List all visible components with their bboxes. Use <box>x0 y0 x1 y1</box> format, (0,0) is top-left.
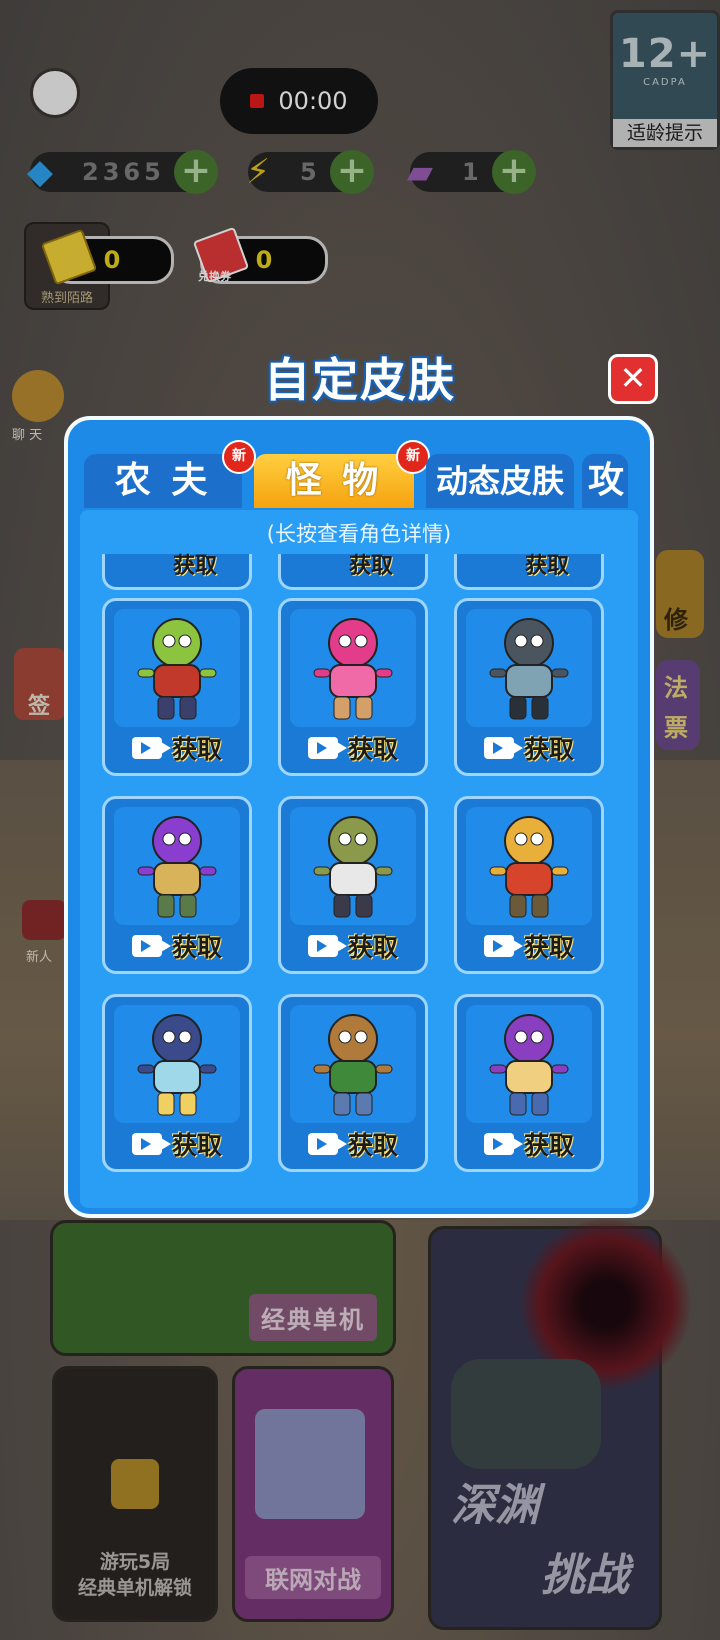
get-button[interactable]: 获取 <box>281 929 425 963</box>
tab-attack-label: 攻 <box>588 460 625 501</box>
get-button[interactable]: 获取 <box>105 1127 249 1161</box>
skin-card-wizard-zombie[interactable]: 获取 <box>102 796 252 974</box>
card-partial-1[interactable]: 获取 <box>102 554 252 590</box>
get-label: 获取 <box>347 1131 398 1160</box>
close-icon: ✕ <box>619 359 647 397</box>
skin-grid-area[interactable]: (长按查看角色详情) 获取 获取 获取 获取 获取 获取 获取 获取 获取 获取 获取 获取 <box>80 510 638 1208</box>
get-label: 获取 <box>173 554 218 579</box>
skin-card-purple-crocodile[interactable]: 获取 <box>454 994 604 1172</box>
muscle-zombie-character-icon <box>290 807 416 925</box>
video-camera-icon <box>307 737 347 759</box>
tab-bar: 农 夫 新 怪 物 新 动态皮肤 攻 <box>84 440 650 508</box>
skin-card-sack-head-zombie[interactable]: 获取 <box>278 994 428 1172</box>
tab-dynamic-skin[interactable]: 动态皮肤 <box>426 454 574 508</box>
get-button[interactable]: 获取 <box>105 731 249 765</box>
get-label: 获取 <box>523 735 574 764</box>
get-label: 获取 <box>171 933 222 962</box>
get-button[interactable]: 获取 <box>457 929 601 963</box>
qing-jiangshi-character-icon <box>114 1005 240 1123</box>
wizard-zombie-character-icon <box>114 807 240 925</box>
skin-card-cheetah-zombie[interactable]: 获取 <box>454 796 604 974</box>
purple-crocodile-character-icon <box>466 1005 592 1123</box>
video-camera-icon <box>131 1133 171 1155</box>
get-label: 获取 <box>523 1131 574 1160</box>
tab-farmer[interactable]: 农 夫 <box>84 454 242 508</box>
video-camera-icon <box>483 1133 523 1155</box>
skin-card-muscle-zombie[interactable]: 获取 <box>278 796 428 974</box>
card-partial-2[interactable]: 获取 <box>278 554 428 590</box>
tab-monster-label: 怪 物 <box>285 460 383 501</box>
long-press-hint: (长按查看角色详情) <box>266 522 452 546</box>
armored-knight-monster-character-icon <box>466 609 592 727</box>
tab-farmer-label: 农 夫 <box>114 460 212 501</box>
get-label: 获取 <box>347 933 398 962</box>
get-label: 获取 <box>171 735 222 764</box>
get-label: 获取 <box>525 554 570 579</box>
close-button[interactable]: ✕ <box>608 354 658 404</box>
get-label: 获取 <box>347 735 398 764</box>
pink-swamp-monster-character-icon <box>290 609 416 727</box>
get-label: 获取 <box>349 554 394 579</box>
cheetah-zombie-character-icon <box>466 807 592 925</box>
video-camera-icon <box>483 737 523 759</box>
sack-head-zombie-character-icon <box>290 1005 416 1123</box>
skin-card-qing-jiangshi[interactable]: 获取 <box>102 994 252 1172</box>
tab-farmer-new-badge: 新 <box>222 440 256 474</box>
tab-attack[interactable]: 攻 <box>582 454 628 508</box>
video-camera-icon <box>131 935 171 957</box>
get-button[interactable]: 获取 <box>457 1127 601 1161</box>
video-camera-icon <box>131 737 171 759</box>
get-button[interactable]: 获取 <box>281 731 425 765</box>
tab-monster[interactable]: 怪 物 <box>254 454 414 508</box>
get-label: 获取 <box>523 933 574 962</box>
skin-card-green-zombie[interactable]: 获取 <box>102 598 252 776</box>
get-button[interactable]: 获取 <box>281 1127 425 1161</box>
video-camera-icon <box>307 935 347 957</box>
skin-card-pink-swamp-monster[interactable]: 获取 <box>278 598 428 776</box>
skin-card-armored-knight-monster[interactable]: 获取 <box>454 598 604 776</box>
video-camera-icon <box>307 1133 347 1155</box>
skin-dialog-panel: 农 夫 新 怪 物 新 动态皮肤 攻 (长按查看角色详情) 获取 获取 获取 获… <box>64 416 654 1218</box>
green-zombie-character-icon <box>114 609 240 727</box>
get-button[interactable]: 获取 <box>105 929 249 963</box>
get-label: 获取 <box>171 1131 222 1160</box>
get-button[interactable]: 获取 <box>457 731 601 765</box>
tab-monster-new-badge: 新 <box>396 440 430 474</box>
video-camera-icon <box>483 935 523 957</box>
tab-dynamic-skin-label: 动态皮肤 <box>435 462 564 500</box>
card-partial-3[interactable]: 获取 <box>454 554 604 590</box>
